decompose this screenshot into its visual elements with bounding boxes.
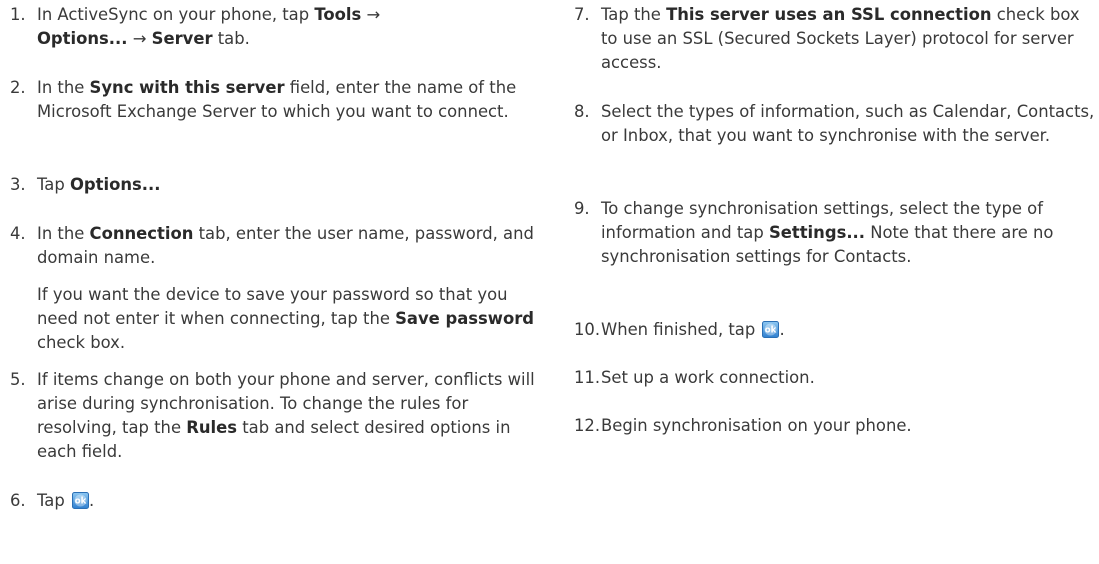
- sync-server-label: Sync with this server: [89, 78, 285, 97]
- step-text: Tap ok.: [37, 491, 95, 510]
- step-8: 8. Select the types of information, such…: [574, 100, 1099, 148]
- step-number: 3.: [10, 175, 26, 194]
- step-number: 7.: [574, 5, 590, 24]
- step-text: In the Connection tab, enter the user na…: [37, 224, 534, 267]
- step-text: Tap Options...: [37, 175, 161, 194]
- step-text: To change synchronisation settings, sele…: [601, 199, 1054, 266]
- server-label: Server: [151, 29, 213, 48]
- step-number: 11.: [574, 368, 601, 387]
- step-text: In ActiveSync on your phone, tap Tools →…: [37, 5, 381, 48]
- step-6: 6. Tap ok.: [10, 489, 94, 513]
- options-label: Options...: [69, 175, 161, 194]
- step-number: 10.: [574, 320, 601, 339]
- step-4: 4. In the Connection tab, enter the user…: [10, 222, 550, 355]
- step-number: 4.: [10, 224, 26, 243]
- step-text: Select the types of information, such as…: [601, 102, 1095, 145]
- svg-text:ok: ok: [75, 497, 87, 507]
- ok-button-icon: ok: [762, 321, 780, 338]
- step-5: 5. If items change on both your phone an…: [10, 368, 550, 464]
- step-number: 8.: [574, 102, 590, 121]
- step-text: Set up a work connection.: [601, 368, 815, 387]
- step-number: 12.: [574, 416, 601, 435]
- options-label: Options...: [37, 29, 128, 48]
- tools-label: Tools: [314, 5, 362, 24]
- step-text: Begin synchronisation on your phone.: [601, 416, 912, 435]
- step-11: 11. Set up a work connection.: [574, 366, 815, 390]
- step-number: 2.: [10, 78, 26, 97]
- step-10: 10. When finished, tap ok.: [574, 318, 785, 342]
- step-2: 2. In the Sync with this server field, e…: [10, 76, 550, 124]
- step-text: If items change on both your phone and s…: [37, 370, 535, 461]
- step-3: 3. Tap Options...: [10, 173, 160, 197]
- save-password-label: Save password: [395, 309, 535, 328]
- step-7: 7. Tap the This server uses an SSL conne…: [574, 3, 1099, 75]
- step-number: 1.: [10, 5, 26, 24]
- ok-button-icon: ok: [71, 492, 89, 509]
- step-12: 12. Begin synchronisation on your phone.: [574, 414, 912, 438]
- settings-label: Settings...: [768, 223, 865, 242]
- ssl-connection-label: This server uses an SSL connection: [666, 5, 992, 24]
- step-1: 1. In ActiveSync on your phone, tap Tool…: [10, 3, 380, 51]
- step-note: If you want the device to save your pass…: [37, 285, 535, 352]
- step-9: 9. To change synchronisation settings, s…: [574, 197, 1099, 269]
- step-text: In the Sync with this server field, ente…: [37, 78, 517, 121]
- step-number: 5.: [10, 370, 26, 389]
- step-number: 9.: [574, 199, 590, 218]
- rules-label: Rules: [186, 418, 238, 437]
- step-number: 6.: [10, 491, 26, 510]
- connection-label: Connection: [89, 224, 194, 243]
- step-text: When finished, tap ok.: [601, 320, 785, 339]
- svg-text:ok: ok: [765, 326, 777, 336]
- step-text: Tap the This server uses an SSL connecti…: [601, 5, 1080, 72]
